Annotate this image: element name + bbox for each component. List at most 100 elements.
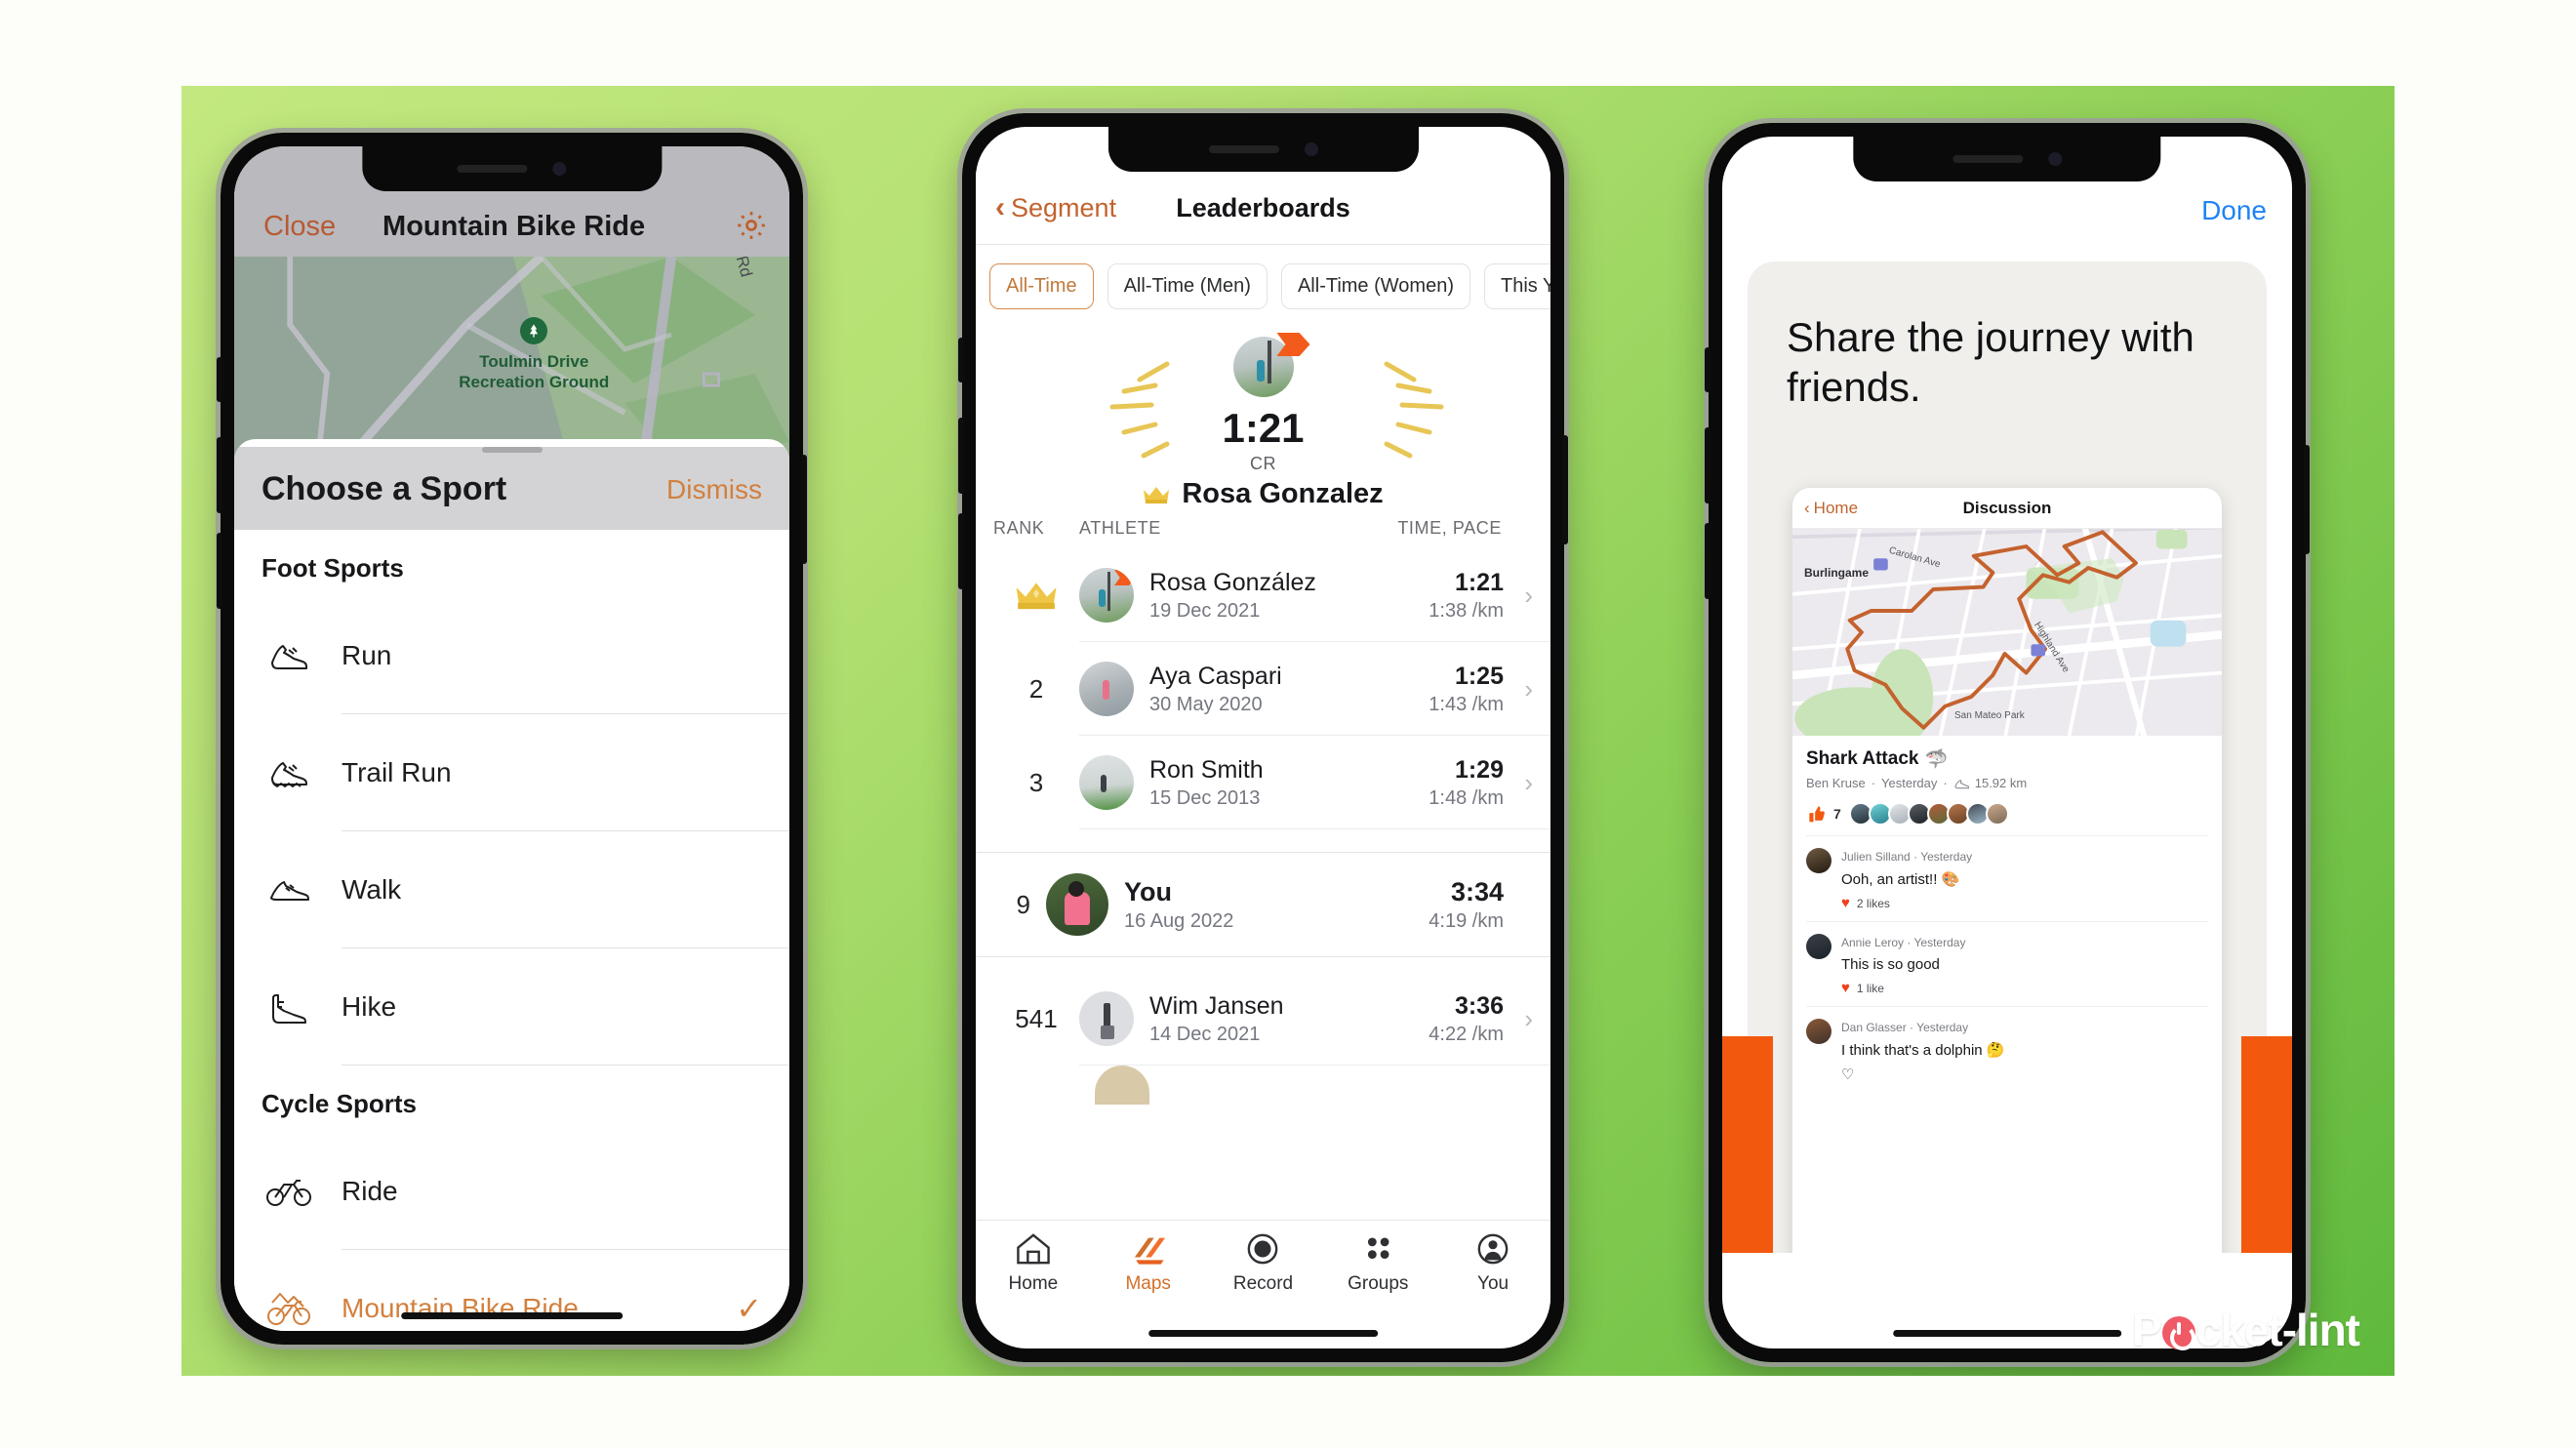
onboarding-card: Share the journey with friends. ‹ Home D… (1748, 262, 2267, 1253)
leaderboard-row[interactable]: Rosa González 19 Dec 2021 1:21 1:38 /km … (976, 548, 1550, 642)
leaderboard-column-headers: RANK ATHLETE TIME, PACE (976, 507, 1550, 548)
row-divider (1079, 1065, 1550, 1066)
inner-phone-preview: ‹ Home Discussion Burlingame Carolan Ave… (1792, 488, 2222, 1253)
phone-3-power-button[interactable] (2304, 445, 2310, 554)
tab-home[interactable]: Home (976, 1232, 1091, 1295)
athlete-date: 15 Dec 2013 (1149, 786, 1261, 809)
rank-cell: 3 (1028, 767, 1044, 797)
running-shoe-icon (1954, 779, 1969, 788)
athlete-date: 30 May 2020 (1149, 693, 1263, 715)
thumbs-up-icon (1809, 806, 1825, 823)
phone-3-volume-down-button[interactable] (1705, 523, 1711, 599)
segment-pace: 1:43 /km (1429, 693, 1504, 715)
athlete-date: 19 Dec 2021 (1149, 599, 1261, 622)
sport-item-trail-run[interactable]: Trail Run (234, 714, 789, 830)
leaderboard-row[interactable]: 541 Wim Jansen 14 Dec 2021 3:36 4:22 /km… (976, 972, 1550, 1066)
dismiss-button[interactable]: Dismiss (666, 474, 762, 505)
phone-1-volume-up-button[interactable] (217, 437, 222, 513)
trail-shoe-icon (262, 756, 316, 789)
shark-emoji: 🦈 (1924, 749, 1949, 770)
leaderboard-row-you[interactable]: 9 You 16 Aug 2022 3:34 4:19 /km (976, 853, 1550, 956)
orange-accent-right (2241, 1036, 2292, 1253)
done-button[interactable]: Done (2201, 195, 2267, 226)
phone-3-volume-up-button[interactable] (1705, 427, 1711, 503)
phone-1-power-button[interactable] (801, 455, 807, 564)
tab-all-time-women[interactable]: All-Time (Women) (1280, 262, 1470, 309)
phone-2-mute-button[interactable] (958, 338, 964, 382)
speaker-grille (1952, 155, 2023, 163)
column-header-time: TIME, PACE (1397, 517, 1502, 538)
phone-1-mute-button[interactable] (217, 357, 222, 402)
map-label-san-mateo-park: San Mateo Park (1954, 710, 2025, 721)
rank-cell: 9 (1016, 889, 1030, 919)
activity-distance: 15.92 km (1974, 776, 2028, 790)
leaderboard-row[interactable]: 2 Aya Caspari 30 May 2020 1:25 1:43 /km … (976, 642, 1550, 736)
sport-label: Ride (342, 1175, 398, 1206)
back-button-segment[interactable]: ‹ Segment (995, 193, 1116, 223)
speaker-grille (1208, 145, 1279, 153)
comment-item: Annie Leroy · Yesterday This is so good … (1806, 921, 2208, 1006)
watermark-p: P (2131, 1305, 2162, 1355)
background-stage: Toulmin Drive Recreation Ground Harpende… (181, 86, 2395, 1376)
tab-label: Maps (1125, 1272, 1171, 1294)
phone-2-volume-up-button[interactable] (958, 418, 964, 494)
leaderboard-filter-tabs[interactable]: All-Time All-Time (Men) All-Time (Women)… (976, 245, 1550, 327)
route-map[interactable]: Burlingame Carolan Ave Highland Ave San … (1792, 529, 2222, 736)
phone-3-mute-button[interactable] (1705, 347, 1711, 392)
avatar (1985, 802, 2009, 825)
segment-time: 3:36 (1454, 991, 1504, 1020)
sport-item-ride[interactable]: Ride (234, 1133, 789, 1249)
tab-all-time[interactable]: All-Time (989, 262, 1094, 309)
choose-sport-sheet: Choose a Sport Dismiss Foot Sports Run T… (234, 439, 789, 1331)
comment-when: Yesterday (1920, 850, 1973, 864)
phone-2-power-button[interactable] (1562, 435, 1568, 544)
gear-icon[interactable] (735, 209, 768, 247)
sport-item-hike[interactable]: Hike (234, 948, 789, 1065)
avatar (1232, 337, 1294, 397)
tab-you[interactable]: You (1435, 1232, 1550, 1295)
course-record-time: 1:21 (1222, 405, 1305, 451)
sport-item-run[interactable]: Run (234, 597, 789, 713)
phone-1-screen: Toulmin Drive Recreation Ground Harpende… (234, 146, 789, 1331)
athlete-cell: Rosa González 19 Dec 2021 (1149, 569, 1367, 623)
comment-when: Yesterday (1916, 1021, 1969, 1034)
tab-record[interactable]: Record (1206, 1232, 1321, 1295)
close-button[interactable]: Close (263, 211, 336, 243)
leaderboard-row[interactable]: 3 Ron Smith 15 Dec 2013 1:29 1:48 /km › (976, 736, 1550, 829)
activity-meta: Ben Kruse · Yesterday · 15.92 km (1806, 776, 2208, 790)
activity-map[interactable]: Toulmin Drive Recreation Ground Harpende… (234, 257, 789, 462)
kudos-row[interactable]: 7 (1806, 802, 2208, 825)
like-count: 1 like (1856, 981, 1884, 995)
chevron-right-icon: › (1524, 767, 1533, 797)
kudos-avatars[interactable] (1848, 802, 2009, 825)
phone-1-volume-down-button[interactable] (217, 533, 222, 609)
comment-author: Annie Leroy (1841, 936, 1905, 949)
tab-this-year[interactable]: This Year (1483, 262, 1550, 309)
crown-icon (1016, 583, 1057, 610)
comment-text: This is so good (1841, 956, 1940, 973)
page-title: Mountain Bike Ride (382, 211, 646, 242)
comment-likes[interactable]: ♡ (1841, 1066, 2208, 1083)
athlete-cell: You 16 Aug 2022 (1124, 877, 1367, 933)
comment-likes[interactable]: ♥ 2 likes (1841, 895, 2208, 911)
course-record-athlete: Rosa Gonzalez (976, 478, 1550, 510)
time-cell: 3:36 4:22 /km (1367, 992, 1504, 1046)
sport-item-walk[interactable]: Walk (234, 831, 789, 947)
time-cell: 3:34 4:19 /km (1367, 877, 1504, 933)
front-camera (2047, 152, 2062, 166)
tab-all-time-men[interactable]: All-Time (Men) (1107, 262, 1268, 309)
sheet-header: Choose a Sport Dismiss (234, 453, 789, 530)
tab-groups[interactable]: Groups (1320, 1232, 1435, 1295)
comment-header: Julien Silland · Yesterday (1841, 850, 1972, 864)
athlete-date: 16 Aug 2022 (1124, 909, 1234, 932)
park-label: Toulmin Drive Recreation Ground (459, 351, 609, 393)
avatar (1806, 1019, 1831, 1044)
leaderboard-row-partial (1095, 1066, 1149, 1105)
inner-navbar: ‹ Home Discussion (1792, 488, 2222, 529)
phone-2-volume-down-button[interactable] (958, 513, 964, 589)
segment-time: 1:29 (1454, 755, 1504, 784)
comment-likes[interactable]: ♥ 1 like (1841, 980, 2208, 996)
phone-3-share-journey: Done Share the journey with friends. ‹ H… (1704, 118, 2311, 1367)
mountain-bike-icon (262, 1290, 316, 1327)
tab-maps[interactable]: Maps (1091, 1232, 1206, 1295)
